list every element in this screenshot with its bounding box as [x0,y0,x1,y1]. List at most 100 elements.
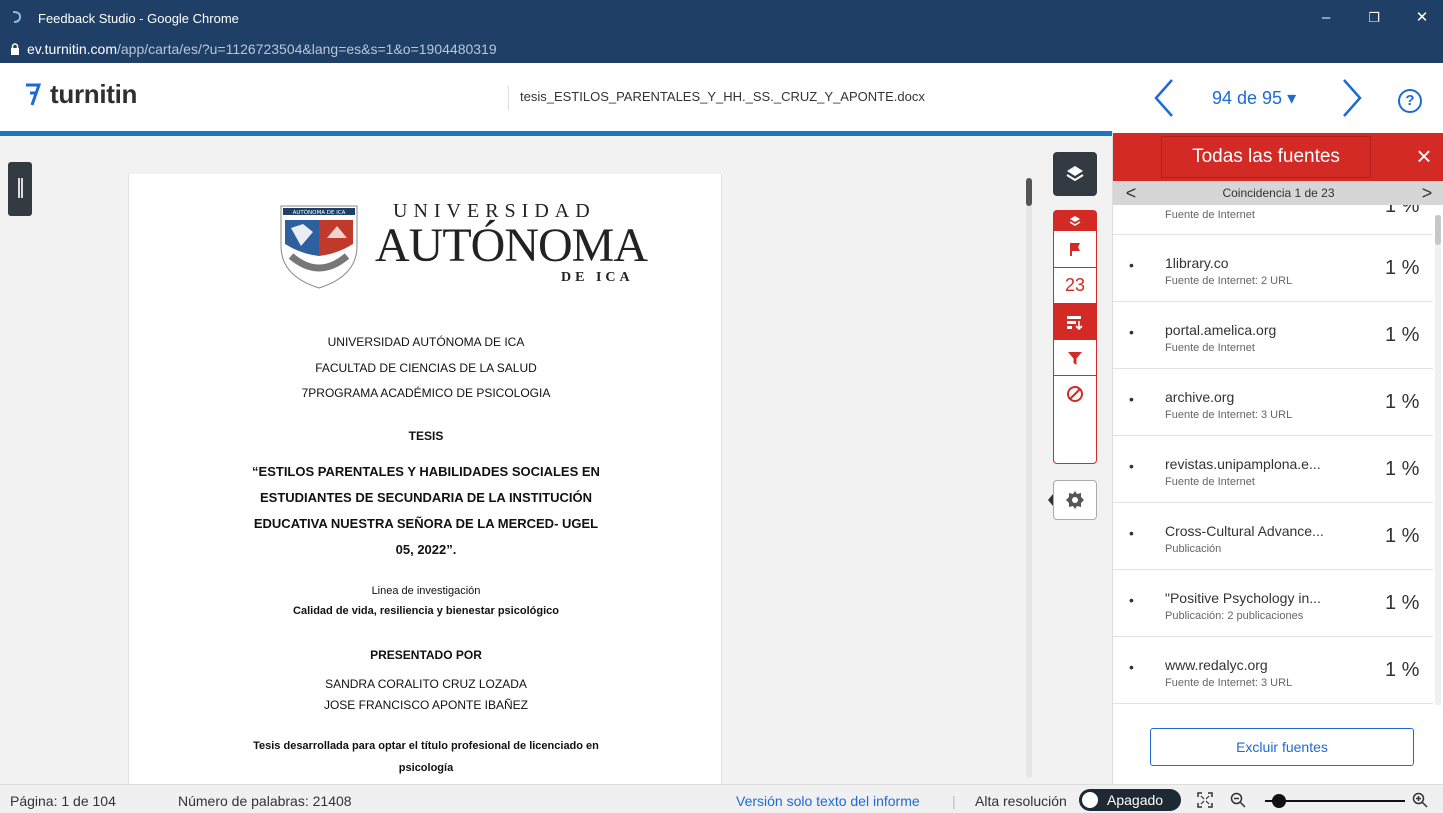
header-divider [508,86,509,110]
university-name-line2: AUTÓNOMA [375,219,648,272]
source-type: Publicación: 2 publicaciones [1165,610,1304,622]
zoom-slider-track[interactable] [1265,800,1405,802]
help-icon[interactable]: ? [1398,89,1422,113]
source-percentage: 1 % [1385,257,1420,279]
list-item[interactable]: • www.redalyc.org Fuente de Internet: 3 … [1113,637,1433,704]
list-item[interactable]: Fuente de Internet 1 % [1113,205,1433,235]
doc-line-author2: JOSE FRANCISCO APONTE IBAÑEZ [323,698,529,712]
doc-line-author1: SANDRA CORALITO CRUZ LOZADA [325,677,527,691]
sources-panel-title: Todas las fuentes [1161,136,1371,178]
source-type: Fuente de Internet [1165,209,1255,221]
minimize-button[interactable]: – [1308,6,1344,30]
turnitin-logo-text: turnitin [50,79,138,109]
block-icon [1067,385,1083,402]
list-item[interactable]: • portal.amelica.org Fuente de Internet … [1113,302,1433,369]
sources-panel: Todas las fuentes × < Coincidencia 1 de … [1112,133,1443,784]
doc-line-presented-by: PRESENTADO POR [370,648,482,662]
layers-icon [1066,166,1084,182]
next-match-button[interactable]: > [1415,181,1439,205]
filter-icon [1068,351,1082,365]
doc-line-university: UNIVERSIDAD AUTÓNOMA DE ICA [327,335,525,349]
source-percentage: 1 % [1385,391,1420,413]
source-type: Fuente de Internet: 3 URL [1165,677,1293,689]
status-separator: | [952,793,956,809]
side-panel-handle[interactable] [8,162,32,216]
restore-button[interactable]: ❐ [1356,6,1392,30]
url-host: ev.turnitin.com [27,41,117,57]
source-type: Fuente de Internet: 3 URL [1165,409,1293,421]
word-count: Número de palabras: 21408 [178,793,352,809]
high-resolution-label: Alta resolución [975,793,1067,809]
list-item[interactable]: • Cross-Cultural Advance... Publicación … [1113,503,1433,570]
bullet-icon: • [1129,659,1134,675]
turnitin-header: turnitin tesis_ESTILOS_PARENTALES_Y_HH._… [0,63,1443,136]
source-name: archive.org [1165,389,1235,405]
sources-scrollbar-thumb[interactable] [1435,215,1441,245]
lock-icon [11,43,19,55]
filter-button[interactable] [1054,339,1096,375]
doc-line-faculty: FACULTAD DE CIENCIAS DE LA SALUD [315,361,537,375]
flag-icon [1070,243,1080,256]
zoom-out-icon[interactable] [1230,792,1246,808]
list-item[interactable]: • revistas.unipamplona.e... Fuente de In… [1113,436,1433,503]
window-title: Feedback Studio - Google Chrome [38,11,239,26]
university-seal-logo: AUTÓNOMA DE ICA [280,205,358,289]
source-type: Fuente de Internet [1165,342,1255,354]
source-percentage: 1 % [1385,592,1420,614]
layers-button[interactable] [1053,152,1097,196]
text-only-report-link[interactable]: Versión solo texto del informe [736,793,920,809]
fullscreen-icon[interactable] [1197,792,1213,808]
source-name: Cross-Cultural Advance... [1165,523,1324,539]
source-percentage: 1 % [1385,525,1420,547]
flags-button[interactable] [1054,231,1096,267]
source-name: www.redalyc.org [1165,657,1268,673]
excluded-sources-button[interactable] [1054,375,1096,411]
list-item[interactable]: • archive.org Fuente de Internet: 3 URL … [1113,369,1433,436]
list-item[interactable]: • "Positive Psychology in... Publicación… [1113,570,1433,637]
doc-title-line1: “ESTILOS PARENTALES Y HABILIDADES SOCIAL… [252,464,600,479]
close-window-button[interactable]: ✕ [1404,6,1440,30]
exclude-sources-button[interactable]: Excluir fuentes [1150,728,1414,766]
document-scrollbar-thumb[interactable] [1026,178,1032,206]
bullet-icon: • [1129,592,1134,608]
document-viewer[interactable]: AUTÓNOMA DE ICA UNIVERSIDAD AUTÓNOMA DE … [0,140,1040,786]
browser-title-bar: Feedback Studio - Google Chrome – ❐ ✕ [0,0,1443,35]
source-name: revistas.unipamplona.e... [1165,456,1321,472]
doc-title-line3: EDUCATIVA NUESTRA SEÑORA DE LA MERCED- U… [253,516,599,531]
match-overview-button[interactable]: 23 [1054,267,1096,303]
doc-line-research-topic: Calidad de vida, resiliencia y bienestar… [293,605,559,617]
zoom-in-icon[interactable] [1412,792,1428,808]
feedback-studio-favicon-icon [12,11,22,23]
status-bar: Página: 1 de 104 Número de palabras: 214… [0,784,1443,813]
university-name-line3: DE ICA [561,270,634,285]
zoom-slider-handle[interactable] [1272,794,1286,808]
paper-counter-dropdown[interactable]: 94 de 95 ▾ [1212,88,1296,109]
source-type: Fuente de Internet [1165,476,1255,488]
all-sources-tab[interactable] [1054,211,1096,231]
url-text[interactable]: ev.turnitin.com/app/carta/es/?u=11267235… [27,41,497,57]
document-filename: tesis_ESTILOS_PARENTALES_Y_HH._SS._CRUZ_… [520,89,925,104]
source-percentage: 1 % [1385,458,1420,480]
gear-icon [1066,491,1084,509]
bullet-icon: • [1129,391,1134,407]
sources-scrollbar[interactable] [1435,215,1441,705]
previous-paper-chevron-icon[interactable] [1148,76,1180,120]
sources-list[interactable]: Fuente de Internet 1 % • 1library.co Fue… [1113,205,1433,713]
match-list-button[interactable] [1054,303,1096,339]
source-percentage: 1 % [1385,205,1420,217]
bullet-icon: • [1129,324,1134,340]
close-panel-icon[interactable]: × [1409,141,1439,171]
address-bar[interactable]: ev.turnitin.com/app/carta/es/?u=11267235… [0,35,1443,63]
high-resolution-toggle[interactable]: Apagado [1079,789,1181,811]
source-name: 1library.co [1165,255,1229,271]
doc-line-degree: Tesis desarrollada para optar el título … [253,740,599,752]
doc-line-degree-field: psicología [398,762,454,774]
toggle-state: Apagado [1107,792,1164,808]
doc-line-research-label: Linea de investigación [371,585,481,597]
settings-button[interactable] [1053,480,1097,520]
next-paper-chevron-icon[interactable] [1336,76,1368,120]
doc-title-line2: ESTUDIANTES DE SECUNDARIA DE LA INSTITUC… [260,490,592,505]
document-scrollbar[interactable] [1026,178,1032,778]
list-item[interactable]: • 1library.co Fuente de Internet: 2 URL … [1113,235,1433,302]
sort-list-icon [1067,315,1083,330]
